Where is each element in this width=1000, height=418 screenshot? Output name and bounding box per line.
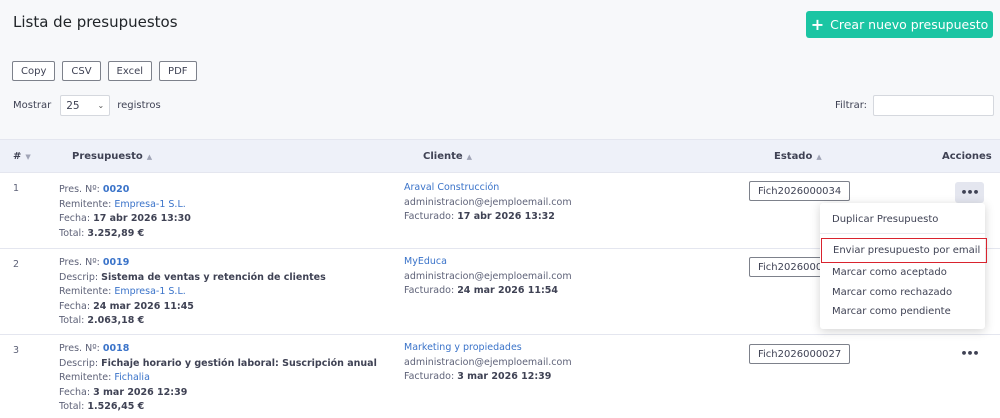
status-button[interactable]: Fich2026000034 bbox=[749, 181, 850, 201]
client-link[interactable]: Araval Construcción bbox=[404, 182, 499, 193]
sender-link[interactable]: Fichalia bbox=[114, 372, 150, 383]
column-header-presupuesto[interactable]: Presupuesto ▲︎ bbox=[72, 151, 152, 162]
client-link[interactable]: Marketing y propiedades bbox=[404, 342, 522, 353]
sort-icon: ▼ bbox=[25, 152, 31, 161]
filter-input[interactable] bbox=[873, 95, 995, 116]
create-budget-button[interactable]: + Crear nuevo presupuesto bbox=[806, 11, 993, 38]
more-horizontal-icon: ••• bbox=[960, 347, 979, 360]
client-cell: Araval Construcción administracion@ejemp… bbox=[404, 182, 572, 222]
copy-button[interactable]: Copy bbox=[12, 61, 56, 81]
budget-number-link[interactable]: 0020 bbox=[103, 184, 129, 195]
plus-icon: + bbox=[810, 14, 825, 34]
column-header-acciones: Acciones bbox=[942, 151, 992, 162]
page-title: Lista de presupuestos bbox=[13, 13, 178, 31]
length-select[interactable]: 25 ⌄ bbox=[60, 95, 111, 116]
budget-cell: Pres. Nº: 0019 Descrip: Sistema de venta… bbox=[59, 257, 326, 326]
excel-button[interactable]: Excel bbox=[107, 61, 153, 81]
menu-item-send-email[interactable]: Enviar presupuesto por email bbox=[821, 238, 987, 263]
budget-number-link[interactable]: 0019 bbox=[103, 257, 129, 268]
row-actions-button[interactable]: ••• bbox=[955, 343, 984, 364]
chevron-down-icon: ⌄ bbox=[97, 101, 105, 110]
column-header-estado[interactable]: Estado ▲︎ bbox=[774, 151, 822, 162]
menu-item-mark-pending[interactable]: Marcar como pendiente bbox=[820, 301, 985, 321]
budget-cell: Pres. Nº: 0018 Descrip: Fichaje horario … bbox=[59, 343, 377, 412]
sort-icon: ▲︎ bbox=[816, 152, 822, 161]
menu-divider bbox=[820, 233, 985, 234]
row-actions-button[interactable]: ••• bbox=[955, 182, 984, 203]
client-cell: MyEduca administracion@ejemploemail.com … bbox=[404, 256, 572, 296]
sort-icon: ▲︎ bbox=[466, 152, 473, 161]
client-link[interactable]: MyEduca bbox=[404, 256, 447, 267]
row-number: 2 bbox=[13, 259, 20, 270]
filter-control: Filtrar: bbox=[835, 95, 995, 116]
column-header-num[interactable]: # ▼ bbox=[13, 151, 31, 162]
row-number: 1 bbox=[13, 183, 20, 194]
pdf-button[interactable]: PDF bbox=[159, 61, 197, 81]
client-cell: Marketing y propiedades administracion@e… bbox=[404, 342, 572, 382]
table-header: # ▼ Presupuesto ▲︎ Cliente ▲︎ Estado ▲︎ … bbox=[0, 140, 1000, 173]
length-suffix: registros bbox=[117, 100, 161, 111]
menu-item-duplicate[interactable]: Duplicar Presupuesto bbox=[820, 209, 985, 229]
more-horizontal-icon: ••• bbox=[960, 186, 979, 199]
menu-item-mark-rejected[interactable]: Marcar como rechazado bbox=[820, 282, 985, 302]
budget-cell: Pres. Nº: 0020 Remitente: Empresa-1 S.L.… bbox=[59, 184, 191, 239]
sort-icon: ▲︎ bbox=[146, 152, 153, 161]
filter-label: Filtrar: bbox=[835, 100, 868, 111]
row-actions-menu: Duplicar Presupuesto Enviar presupuesto … bbox=[820, 203, 987, 329]
create-budget-label: Crear nuevo presupuesto bbox=[830, 17, 989, 32]
sender-link[interactable]: Empresa-1 S.L. bbox=[114, 199, 185, 210]
status-button[interactable]: Fich2026000027 bbox=[749, 344, 850, 364]
csv-button[interactable]: CSV bbox=[62, 61, 101, 81]
sender-link[interactable]: Empresa-1 S.L. bbox=[114, 286, 185, 297]
table-row: 3 Pres. Nº: 0018 Descrip: Fichaje horari… bbox=[0, 335, 1000, 418]
export-buttons: Copy CSV Excel PDF bbox=[12, 61, 197, 81]
length-label: Mostrar bbox=[13, 100, 52, 111]
length-value: 25 bbox=[66, 99, 80, 112]
menu-item-mark-accepted[interactable]: Marcar como aceptado bbox=[820, 262, 985, 282]
row-number: 3 bbox=[13, 345, 20, 356]
column-header-cliente[interactable]: Cliente ▲︎ bbox=[423, 151, 472, 162]
length-control: Mostrar 25 ⌄ registros bbox=[13, 95, 161, 116]
budget-number-link[interactable]: 0018 bbox=[103, 343, 129, 354]
